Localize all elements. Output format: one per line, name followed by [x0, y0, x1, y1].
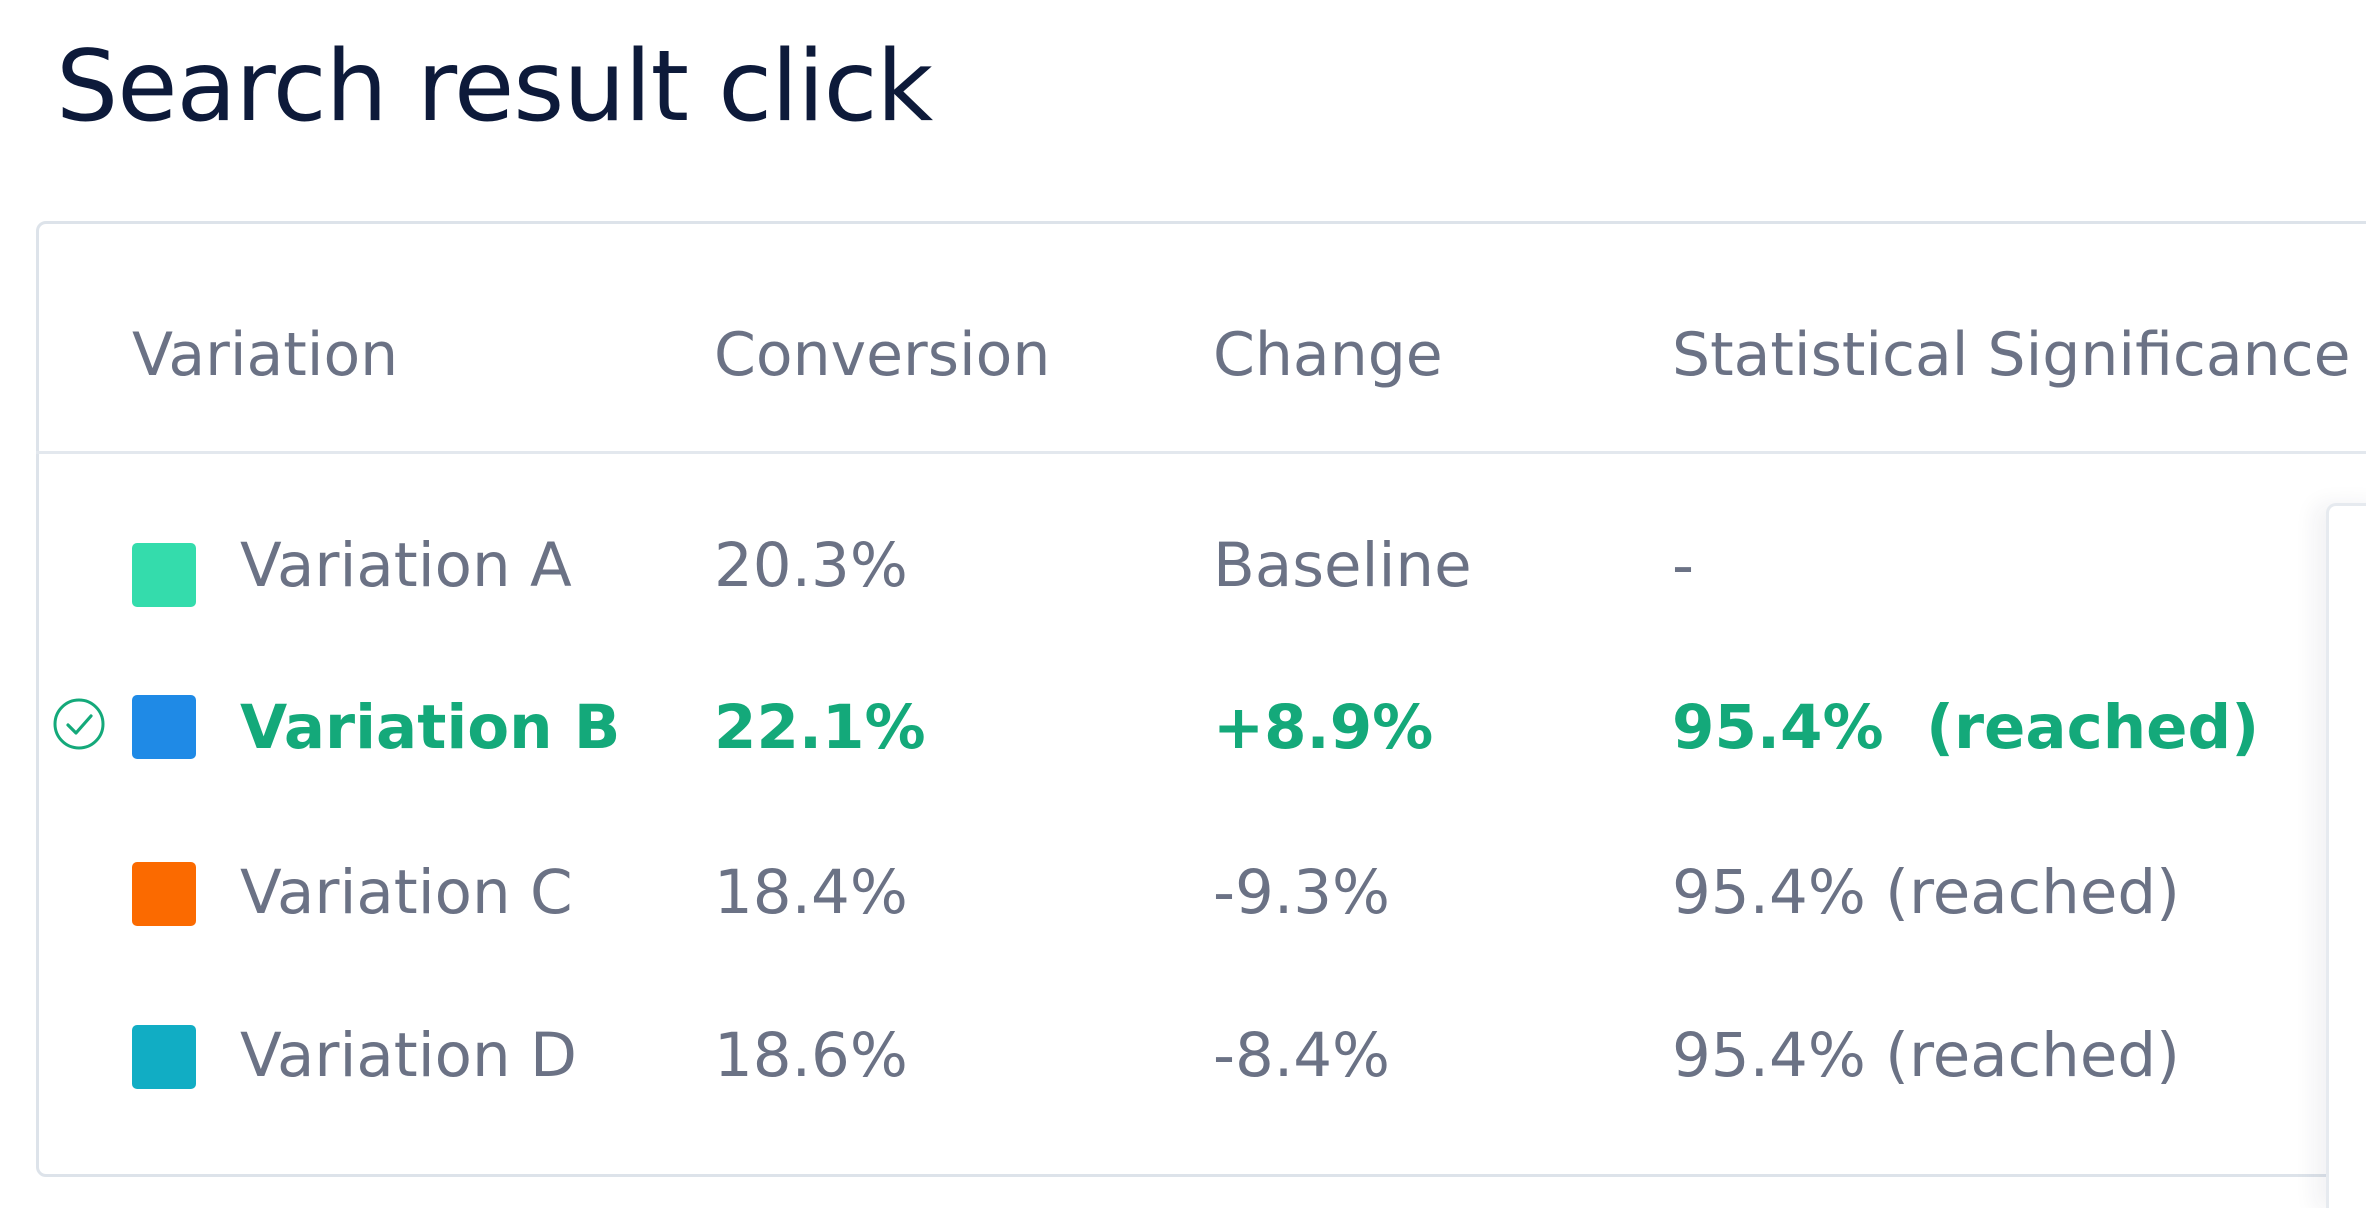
conversion-value: 22.1%: [714, 692, 926, 763]
change-value: -9.3%: [1213, 857, 1390, 928]
significance-value: -: [1672, 530, 1695, 601]
conversion-value: 18.4%: [714, 857, 908, 928]
significance-value: 95.4% (reached): [1672, 857, 2180, 928]
side-panel-edge: [2326, 503, 2366, 1208]
column-header-conversion: Conversion: [714, 320, 1051, 390]
significance-value: 95.4% (reached): [1672, 692, 2260, 763]
conversion-value: 18.6%: [714, 1020, 908, 1091]
column-header-significance: Statistical Significance: [1672, 320, 2351, 390]
header-divider: [36, 451, 2366, 454]
variation-name: Variation C: [240, 857, 573, 928]
significance-value: 95.4% (reached): [1672, 1020, 2180, 1091]
conversion-value: 20.3%: [714, 530, 908, 601]
change-value: +8.9%: [1213, 692, 1434, 763]
page-title: Search result click: [56, 30, 933, 144]
variation-name: Variation B: [240, 692, 621, 763]
change-value: Baseline: [1213, 530, 1472, 601]
check-circle-icon: [53, 698, 105, 750]
color-swatch: [132, 543, 196, 607]
variation-name: Variation D: [240, 1020, 577, 1091]
column-header-variation: Variation: [132, 320, 399, 390]
change-value: -8.4%: [1213, 1020, 1390, 1091]
variation-name: Variation A: [240, 530, 572, 601]
color-swatch: [132, 695, 196, 759]
column-header-change: Change: [1213, 320, 1443, 390]
color-swatch: [132, 1025, 196, 1089]
color-swatch: [132, 862, 196, 926]
page: Search result click Variation Conversion…: [0, 0, 2366, 1208]
